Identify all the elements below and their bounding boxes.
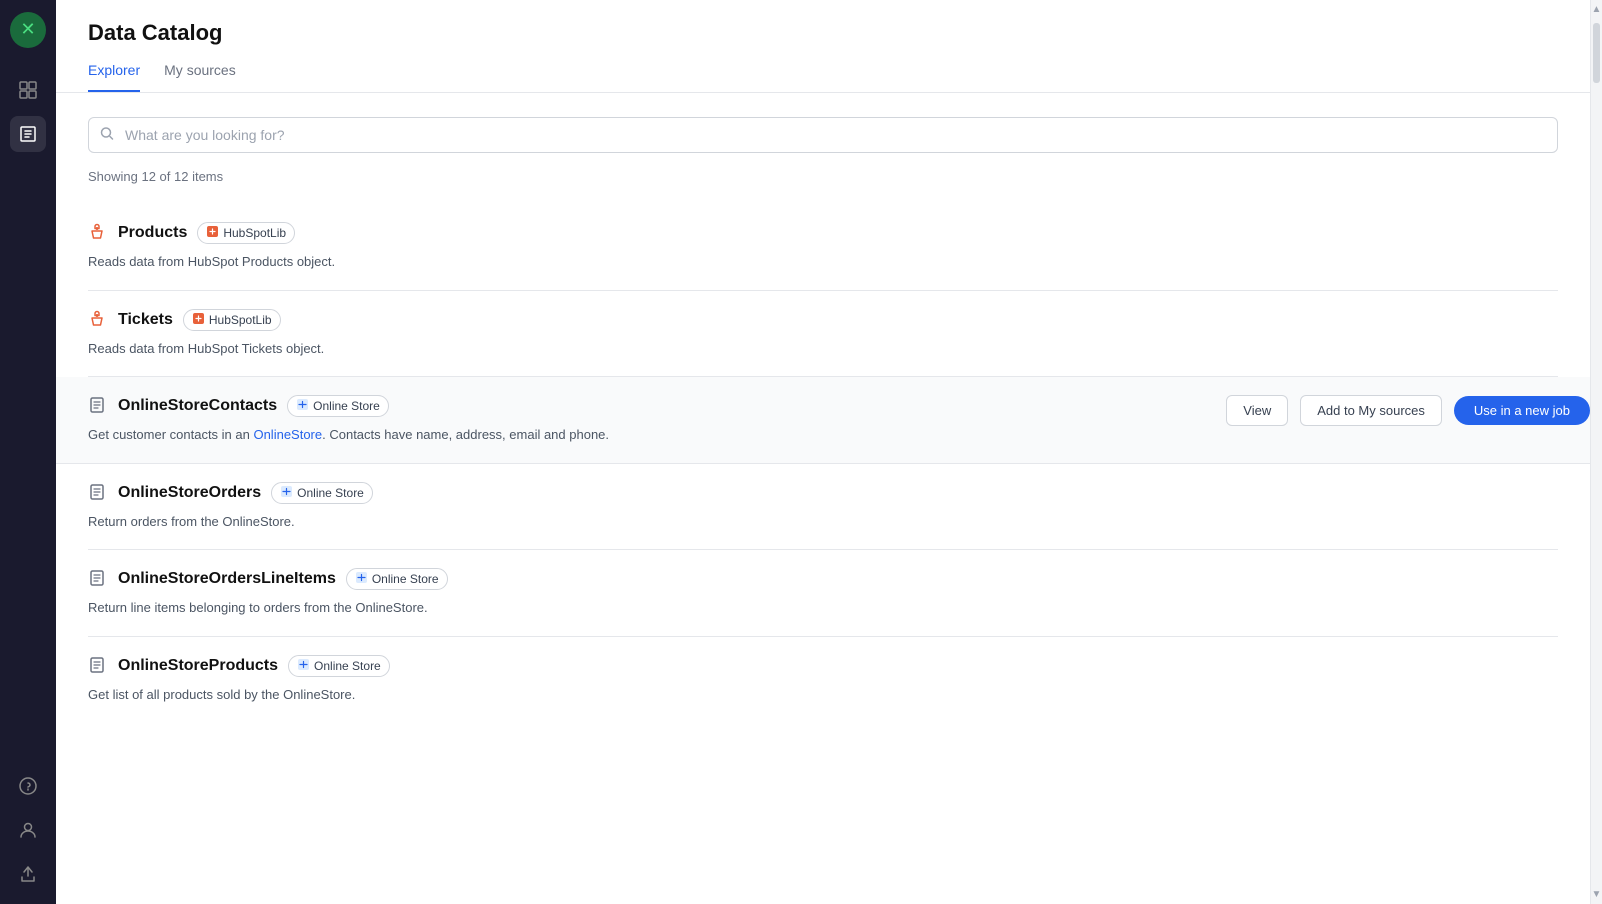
item-description: Return line items belonging to orders fr… xyxy=(88,598,1558,618)
item-tag: Online Store xyxy=(287,395,389,417)
app-logo[interactable]: ✕ xyxy=(10,12,46,48)
main-panel: Data Catalog Explorer My sources Showing… xyxy=(56,0,1590,904)
sidebar: ✕ xyxy=(0,0,56,904)
search-wrapper xyxy=(88,117,1558,153)
list-item: OnlineStoreProducts Online Store Get lis… xyxy=(88,637,1558,723)
catalog-list: Products HubSpotLib Reads data from HubS… xyxy=(88,204,1558,722)
item-tag: Online Store xyxy=(346,568,448,590)
hubspot-icon xyxy=(88,310,108,330)
tag-icon xyxy=(297,658,310,674)
search-input[interactable] xyxy=(88,117,1558,153)
document-icon xyxy=(88,483,108,503)
use-in-new-job-button[interactable]: Use in a new job xyxy=(1454,396,1590,425)
tag-label: Online Store xyxy=(313,399,380,413)
scroll-down-arrow[interactable]: ▼ xyxy=(1592,889,1602,900)
svg-text:✕: ✕ xyxy=(20,19,35,39)
tag-icon xyxy=(192,312,205,328)
item-tag: Online Store xyxy=(288,655,390,677)
list-item: OnlineStoreContacts Online Store Get cus… xyxy=(56,377,1590,464)
search-icon xyxy=(100,127,114,144)
tag-icon xyxy=(355,571,368,587)
scroll-track[interactable] xyxy=(1591,15,1602,889)
page-title: Data Catalog xyxy=(88,20,1558,46)
sidebar-item-reports[interactable] xyxy=(10,72,46,108)
item-header: Products HubSpotLib xyxy=(88,222,1558,244)
list-item: OnlineStoreOrdersLineItems Online Store … xyxy=(88,550,1558,637)
tag-icon xyxy=(280,485,293,501)
scroll-thumb[interactable] xyxy=(1593,23,1600,83)
scrollbar[interactable]: ▲ ▼ xyxy=(1590,0,1602,904)
add-to-my-sources-button[interactable]: Add to My sources xyxy=(1300,395,1442,426)
tag-label: Online Store xyxy=(372,572,439,586)
item-name: OnlineStoreOrdersLineItems xyxy=(118,570,336,588)
item-header: Tickets HubSpotLib xyxy=(88,309,1558,331)
content-area: Showing 12 of 12 items Products xyxy=(56,93,1590,904)
tag-label: Online Store xyxy=(297,486,364,500)
showing-count: Showing 12 of 12 items xyxy=(88,169,1558,184)
item-header: OnlineStoreOrdersLineItems Online Store xyxy=(88,568,1558,590)
item-description: Reads data from HubSpot Products object. xyxy=(88,252,1558,272)
item-name: OnlineStoreProducts xyxy=(118,657,278,675)
tag-label: Online Store xyxy=(314,659,381,673)
item-actions: View Add to My sources Use in a new job xyxy=(1226,395,1590,426)
item-tag: HubSpotLib xyxy=(197,222,295,244)
item-header: OnlineStoreProducts Online Store xyxy=(88,655,1558,677)
tab-explorer[interactable]: Explorer xyxy=(88,62,140,92)
document-icon xyxy=(88,396,108,416)
view-button[interactable]: View xyxy=(1226,395,1288,426)
item-name: OnlineStoreOrders xyxy=(118,484,261,502)
item-name: Tickets xyxy=(118,311,173,329)
item-description: Get list of all products sold by the Onl… xyxy=(88,685,1558,705)
tag-label: HubSpotLib xyxy=(223,226,286,240)
item-name: OnlineStoreContacts xyxy=(118,397,277,415)
item-description: Return orders from the OnlineStore. xyxy=(88,512,1558,532)
tab-bar: Explorer My sources xyxy=(88,62,1558,92)
tab-my-sources[interactable]: My sources xyxy=(164,62,236,92)
sidebar-item-export[interactable] xyxy=(10,856,46,892)
item-description: Get customer contacts in an OnlineStore.… xyxy=(88,425,1558,445)
scroll-up-arrow[interactable]: ▲ xyxy=(1592,4,1602,15)
item-tag: HubSpotLib xyxy=(183,309,281,331)
list-item: Products HubSpotLib Reads data from HubS… xyxy=(88,204,1558,291)
tag-label: HubSpotLib xyxy=(209,313,272,327)
page-header: Data Catalog Explorer My sources xyxy=(56,0,1590,93)
hubspot-icon xyxy=(88,223,108,243)
item-name: Products xyxy=(118,224,187,242)
list-item: OnlineStoreOrders Online Store Return or… xyxy=(88,464,1558,551)
item-header: OnlineStoreOrders Online Store xyxy=(88,482,1558,504)
document-icon xyxy=(88,569,108,589)
sidebar-item-help[interactable] xyxy=(10,768,46,804)
sidebar-item-catalog[interactable] xyxy=(10,116,46,152)
tag-icon xyxy=(206,225,219,241)
document-icon xyxy=(88,656,108,676)
item-tag: Online Store xyxy=(271,482,373,504)
tag-icon xyxy=(296,398,309,414)
item-description: Reads data from HubSpot Tickets object. xyxy=(88,339,1558,359)
online-store-link[interactable]: OnlineStore xyxy=(253,427,322,442)
list-item: Tickets HubSpotLib Reads data from HubSp… xyxy=(88,291,1558,378)
sidebar-item-user[interactable] xyxy=(10,812,46,848)
